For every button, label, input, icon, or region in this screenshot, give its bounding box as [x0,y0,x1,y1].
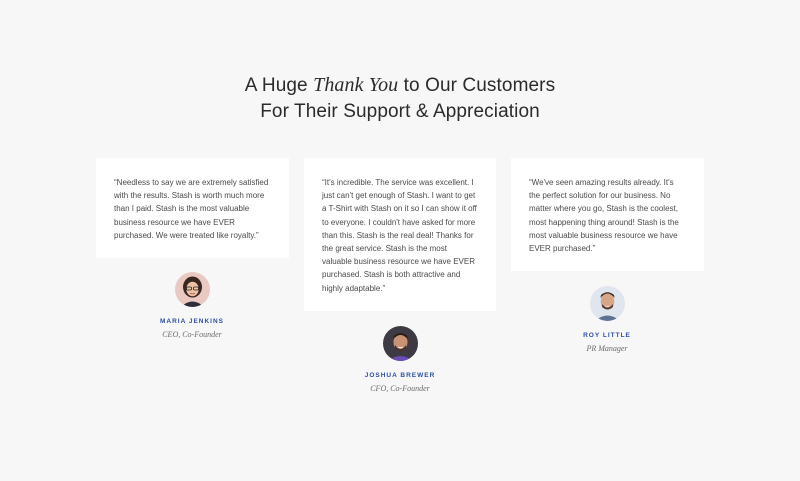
testimonial-card-1: “Needless to say we are extremely satisf… [96,158,289,258]
testimonial-card-2: “It's incredible. The service was excell… [304,158,496,311]
author-role: CFO, Co-Founder [370,384,430,393]
heading-line-1: A Huge Thank You to Our Customers [0,72,800,99]
avatar [382,326,418,361]
avatar [589,286,625,321]
testimonial-author-2: JOSHUA BREWER CFO, Co-Founder [303,326,497,395]
heading-emphasis: Thank You [313,74,399,96]
man-portrait-icon [589,286,625,321]
testimonial-author-1: MARIA JENKINS CEO, Co-Founder [95,272,289,341]
testimonial-quote: “Needless to say we are extremely satisf… [114,178,269,240]
testimonial-quote: “It's incredible. The service was excell… [322,178,477,293]
testimonial-quote: “We've seen amazing results already. It'… [529,178,679,254]
author-name: JOSHUA BREWER [364,372,436,379]
section-heading: A Huge Thank You to Our Customers For Th… [0,72,800,125]
heading-text-pre: A Huge [244,75,314,96]
author-name: MARIA JENKINS [159,318,225,325]
author-role: CEO, Co-Founder [162,330,222,339]
heading-line-2: For Their Support & Appreciation [260,101,540,122]
woman-portrait-icon [174,272,210,307]
author-role: PR Manager [586,344,628,353]
heading-text-post: to Our Customers [398,75,556,96]
man-portrait-icon [382,326,418,361]
testimonial-card-3: “We've seen amazing results already. It'… [511,158,704,271]
testimonial-author-3: ROY LITTLE PR Manager [510,286,704,355]
author-name: ROY LITTLE [583,332,631,339]
avatar [174,272,210,307]
